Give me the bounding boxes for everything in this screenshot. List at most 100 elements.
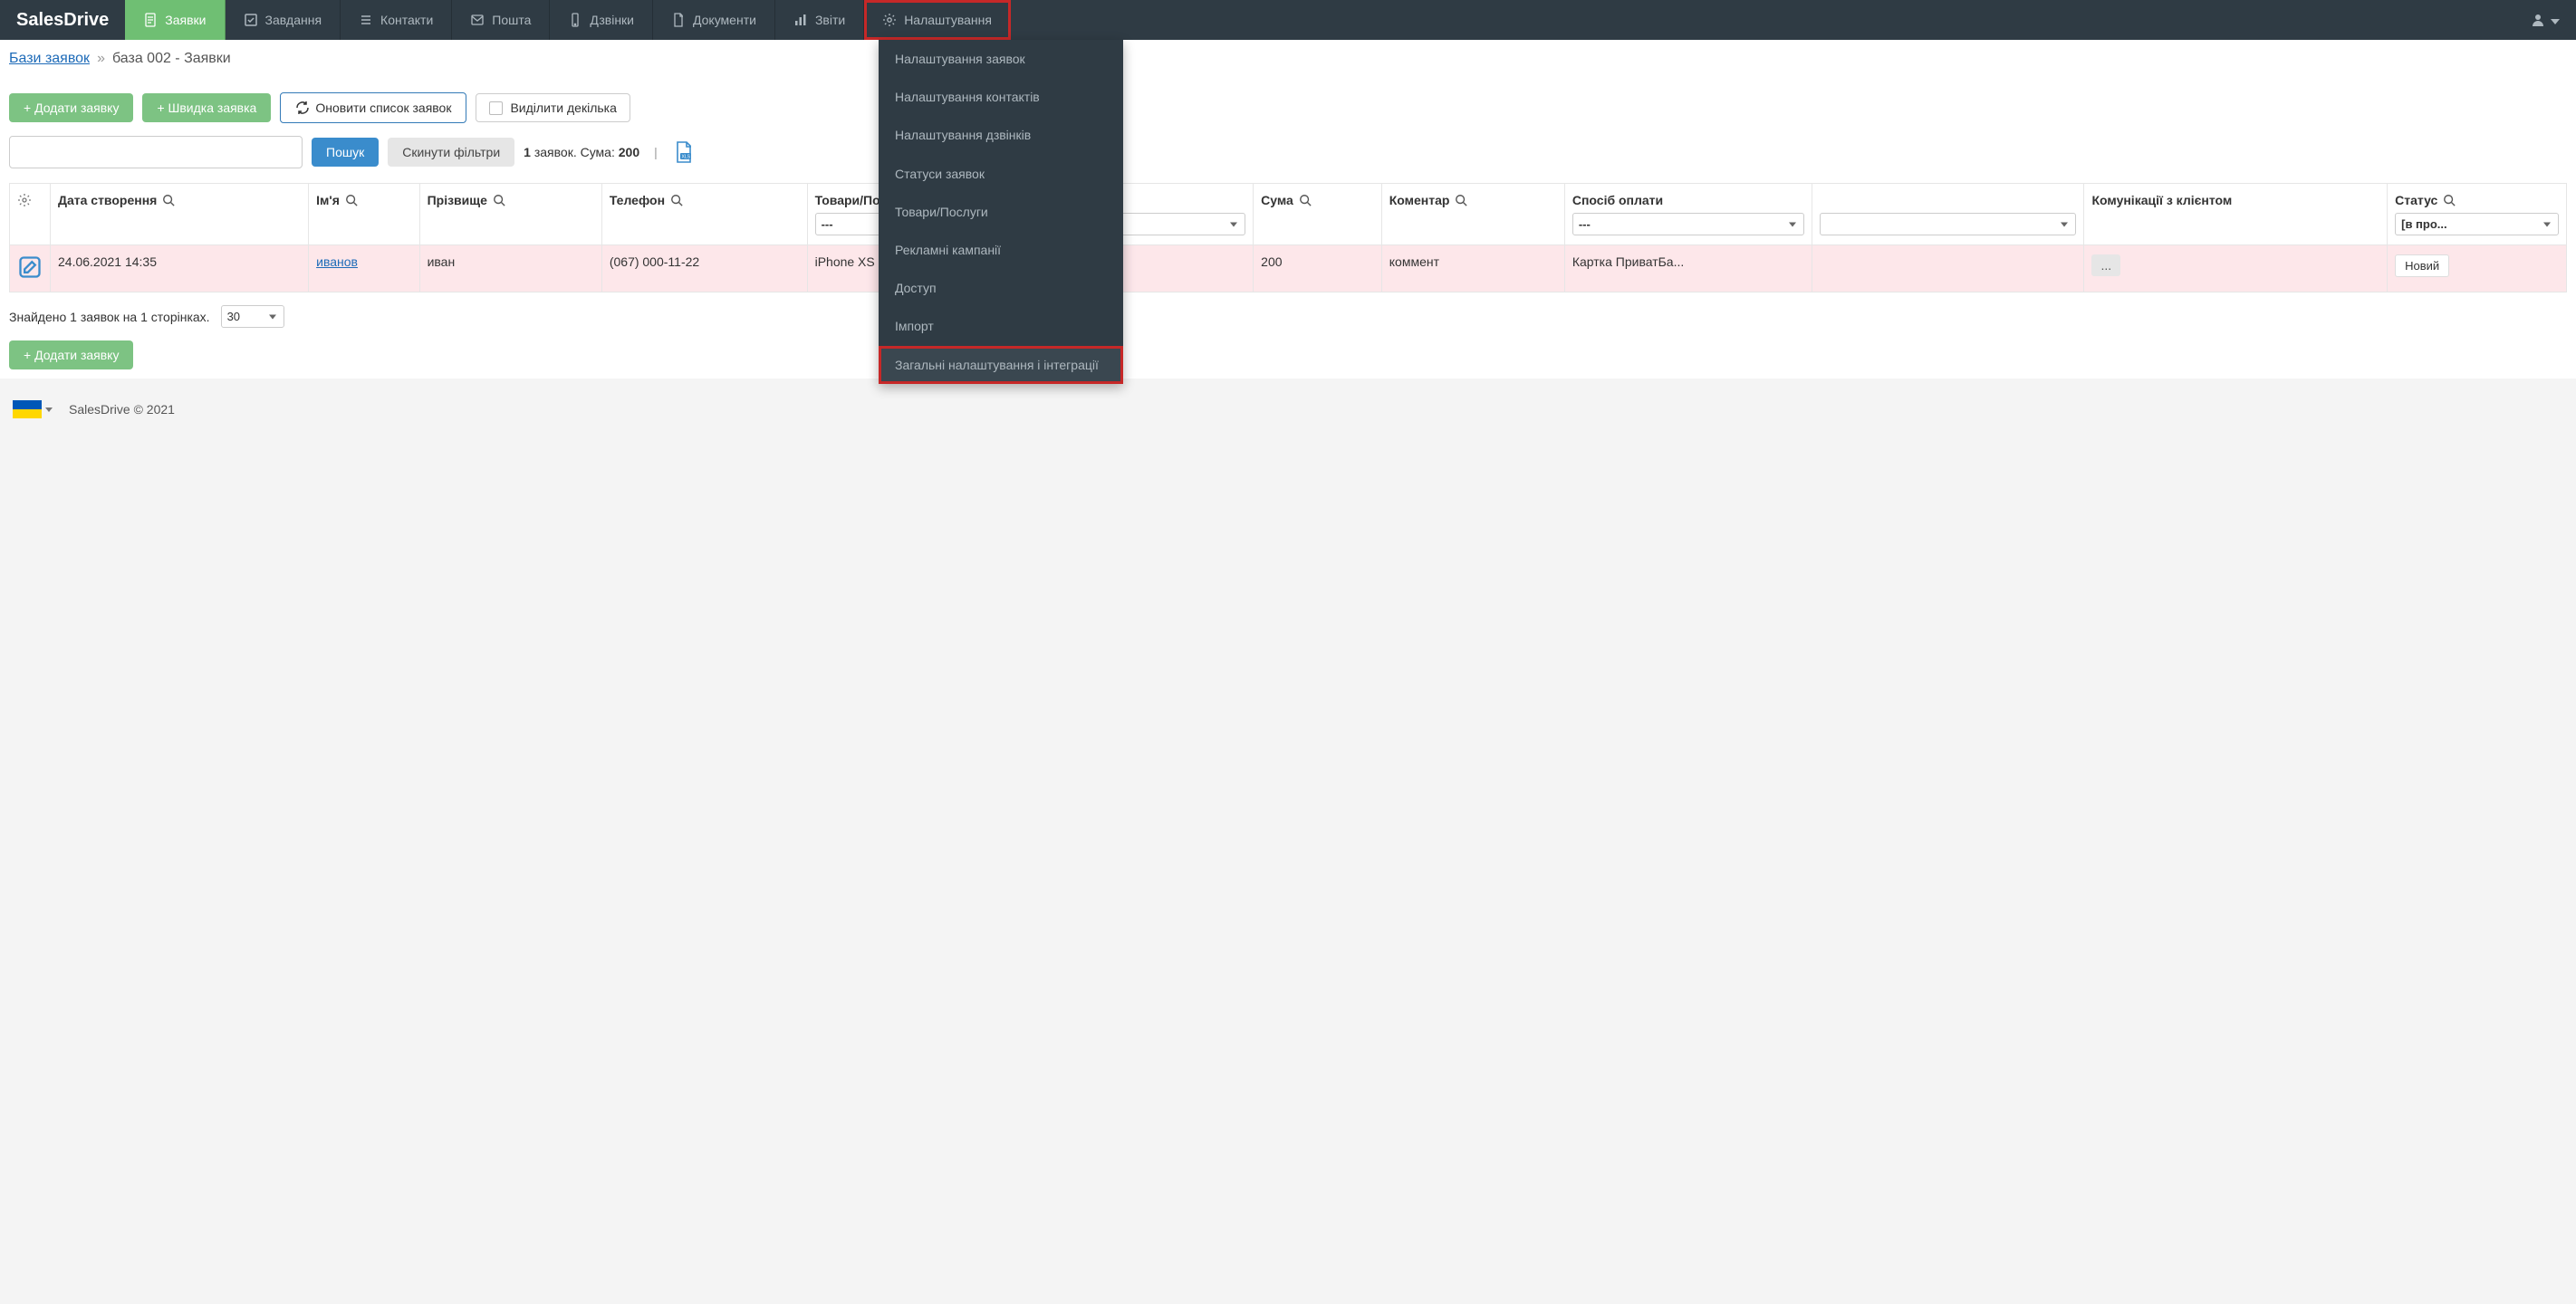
dropdown-contacts-settings[interactable]: Налаштування контактів — [879, 78, 1123, 116]
language-selector[interactable] — [13, 400, 53, 418]
gear-icon — [882, 13, 897, 27]
col-phone[interactable]: Телефон — [601, 184, 807, 245]
cell-date: 24.06.2021 14:35 — [51, 245, 309, 292]
requests-table: Дата створення Ім'я Прізвище Телефон Тов… — [9, 183, 2567, 292]
check-icon — [244, 13, 258, 27]
mail-icon — [470, 13, 485, 27]
edit-icon — [17, 254, 43, 280]
firstname-link[interactable]: иванов — [316, 254, 358, 269]
breadcrumb-sep: » — [97, 51, 105, 67]
select-multiple-label: Виділити декілька — [510, 101, 616, 115]
cell-phone: (067) 000-11-22 — [601, 245, 807, 292]
col-communication[interactable]: Комунікації з клієнтом — [2084, 184, 2388, 245]
filter-row: Пошук Скинути фільтри 1 заявок. Сума: 20… — [9, 136, 2567, 168]
nav-label: Пошта — [492, 13, 531, 27]
refresh-label: Оновити список заявок — [315, 101, 451, 115]
nav-settings[interactable]: Налаштування — [864, 0, 1011, 40]
status-filter-select[interactable]: [в про... — [2395, 213, 2559, 235]
footer: SalesDrive © 2021 — [0, 379, 2576, 440]
search-button[interactable]: Пошук — [312, 138, 379, 167]
col-sum[interactable]: Сума — [1254, 184, 1382, 245]
search-icon — [1455, 194, 1467, 206]
content-area: + Додати заявку + Швидка заявка Оновити … — [0, 78, 2576, 379]
nav-label: Дзвінки — [590, 13, 634, 27]
cell-hidden — [1812, 245, 2084, 292]
dropdown-calls-settings[interactable]: Налаштування дзвінків — [879, 116, 1123, 154]
nav-calls[interactable]: Дзвінки — [550, 0, 653, 40]
col-settings[interactable] — [10, 184, 51, 245]
communication-button[interactable]: ... — [2091, 254, 2120, 276]
dropdown-general-integrations[interactable]: Загальні налаштування і інтеграції — [879, 346, 1123, 384]
pager-found-text: Знайдено 1 заявок на 1 сторінках. — [9, 310, 210, 324]
search-icon — [1299, 194, 1312, 206]
summary-label: заявок. Сума: — [534, 145, 615, 159]
cell-payment: Картка ПриватБа... — [1564, 245, 1812, 292]
search-icon — [2443, 194, 2456, 206]
reset-filters-button[interactable]: Скинути фільтри — [388, 138, 514, 167]
nav-label: Завдання — [265, 13, 322, 27]
nav-contacts[interactable]: Контакти — [341, 0, 452, 40]
col-status[interactable]: Статус [в про... — [2388, 184, 2567, 245]
nav-label: Контакти — [380, 13, 433, 27]
table-row[interactable]: 24.06.2021 14:35 иванов иван (067) 000-1… — [10, 245, 2567, 292]
settings-dropdown: Налаштування заявок Налаштування контакт… — [879, 40, 1123, 384]
add-request-bottom-button[interactable]: + Додати заявку — [9, 340, 133, 369]
dropdown-statuses[interactable]: Статуси заявок — [879, 155, 1123, 193]
search-icon — [162, 194, 175, 206]
breadcrumb-root[interactable]: Бази заявок — [9, 51, 90, 67]
nav-reports[interactable]: Звіти — [775, 0, 864, 40]
brand-logo: SalesDrive — [0, 0, 125, 40]
nav-label: Звіти — [815, 13, 845, 27]
search-icon — [345, 194, 358, 206]
summary-count: 1 — [524, 145, 531, 159]
row-edit-cell[interactable] — [10, 245, 51, 292]
user-menu[interactable] — [2514, 0, 2576, 40]
nav-label: Документи — [693, 13, 756, 27]
payment-filter-select[interactable]: --- — [1572, 213, 1805, 235]
cell-firstname: иванов — [309, 245, 419, 292]
pagesize-select[interactable]: 30 — [221, 305, 284, 328]
col-date[interactable]: Дата створення — [51, 184, 309, 245]
nav-tasks[interactable]: Завдання — [226, 0, 341, 40]
dropdown-import[interactable]: Імпорт — [879, 307, 1123, 345]
dropdown-access[interactable]: Доступ — [879, 269, 1123, 307]
nav-label: Налаштування — [904, 13, 992, 27]
summary-text: 1 заявок. Сума: 200 — [524, 145, 639, 159]
col-lastname[interactable]: Прізвище — [419, 184, 601, 245]
file-icon — [143, 13, 158, 27]
breadcrumb-current: база 002 - Заявки — [112, 51, 231, 67]
status-badge[interactable]: Новий — [2395, 254, 2449, 277]
cell-status: Новий — [2388, 245, 2567, 292]
quick-request-button[interactable]: + Швидка заявка — [142, 93, 271, 122]
breadcrumb: Бази заявок » база 002 - Заявки — [0, 40, 2576, 78]
cell-sum: 200 — [1254, 245, 1382, 292]
col-payment[interactable]: Спосіб оплати --- — [1564, 184, 1812, 245]
phone-icon — [568, 13, 582, 27]
search-input[interactable] — [9, 136, 303, 168]
dropdown-campaigns[interactable]: Рекламні кампанії — [879, 231, 1123, 269]
doc-icon — [671, 13, 686, 27]
checkbox-icon — [489, 101, 503, 115]
export-xls-button[interactable]: XLS — [672, 140, 696, 164]
dropdown-requests-settings[interactable]: Налаштування заявок — [879, 40, 1123, 78]
nav-mail[interactable]: Пошта — [452, 0, 550, 40]
top-nav: SalesDrive Заявки Завдання Контакти Пошт… — [0, 0, 2576, 40]
nav-documents[interactable]: Документи — [653, 0, 775, 40]
hidden-filter-select[interactable] — [1820, 213, 2076, 235]
flag-ua-icon — [13, 400, 42, 418]
dropdown-products[interactable]: Товари/Послуги — [879, 193, 1123, 231]
cell-comment: коммент — [1381, 245, 1564, 292]
select-multiple-toggle[interactable]: Виділити декілька — [476, 93, 630, 122]
user-icon — [2531, 13, 2545, 27]
svg-text:XLS: XLS — [681, 155, 690, 160]
refresh-list-button[interactable]: Оновити список заявок — [280, 92, 466, 123]
add-request-button[interactable]: + Додати заявку — [9, 93, 133, 122]
col-comment[interactable]: Коментар — [1381, 184, 1564, 245]
col-firstname[interactable]: Ім'я — [309, 184, 419, 245]
pager-row: Знайдено 1 заявок на 1 сторінках. 30 — [9, 292, 2567, 340]
list-icon — [359, 13, 373, 27]
nav-requests[interactable]: Заявки — [125, 0, 225, 40]
cell-communication: ... — [2084, 245, 2388, 292]
chevron-down-icon — [2551, 13, 2560, 27]
chevron-down-icon — [45, 408, 53, 412]
